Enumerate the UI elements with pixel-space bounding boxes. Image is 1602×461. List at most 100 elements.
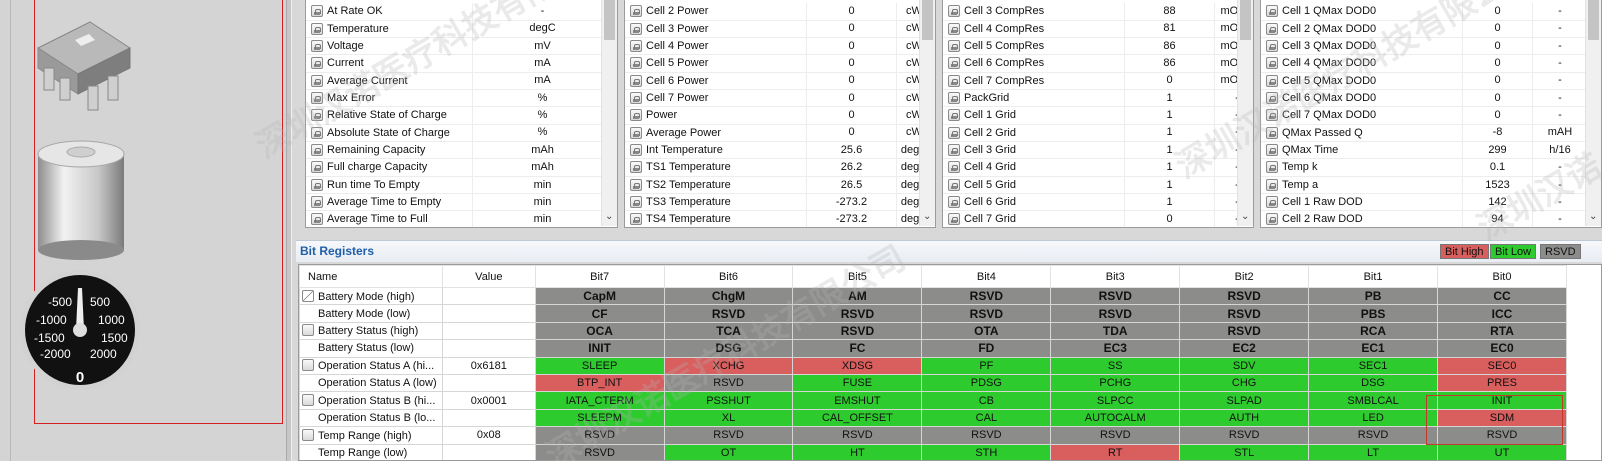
bit-cell[interactable]: RSVD: [1179, 304, 1310, 323]
data-row[interactable]: Cell 2 QMax DOD0 0-: [1261, 20, 1587, 38]
bit-cell[interactable]: SEC0: [1437, 356, 1567, 375]
data-row[interactable]: Cell 1 Grid1-: [943, 107, 1253, 125]
lock-icon[interactable]: [948, 39, 960, 52]
data-row[interactable]: Cell 5 Grid1-: [943, 176, 1253, 194]
chevron-down-icon[interactable]: ⌄: [923, 212, 931, 222]
data-row[interactable]: Cell 4 Grid1-: [943, 159, 1253, 177]
lock-icon[interactable]: [311, 22, 323, 35]
lock-icon[interactable]: [311, 39, 323, 52]
lock-icon[interactable]: [311, 5, 323, 18]
lock-icon[interactable]: [1266, 74, 1278, 87]
data-row[interactable]: Temperature degC: [306, 20, 612, 38]
bit-cell[interactable]: RSVD: [1050, 286, 1181, 306]
data-row[interactable]: Cell 6 Power 0 cW: [625, 72, 931, 90]
bit-cell[interactable]: RSVD: [921, 286, 1052, 306]
register-row[interactable]: Operation Status B (hi... 0x0001 IATA_CTER…: [299, 391, 1567, 410]
lock-icon[interactable]: [1266, 22, 1278, 35]
bit-cell[interactable]: LED: [1308, 408, 1439, 428]
bit-cell[interactable]: ChgM: [663, 286, 794, 306]
lock-icon[interactable]: [630, 92, 642, 104]
bit-cell[interactable]: OCA: [534, 321, 665, 341]
register-row[interactable]: Battery Mode (high) CapM ChgM AM RSVD RSVD RSV…: [299, 286, 1567, 306]
data-row[interactable]: Cell 3 CompRes88mOhm: [943, 3, 1253, 21]
bit-cell[interactable]: LT: [1308, 443, 1439, 460]
lock-icon[interactable]: [948, 74, 960, 87]
lock-icon[interactable]: [630, 22, 642, 35]
bit-cell[interactable]: PDSG: [921, 373, 1052, 393]
bit-cell[interactable]: RSVD: [1050, 426, 1181, 445]
lock-icon[interactable]: [311, 109, 323, 122]
gauge-icon[interactable]: -500 500 -1000 1000 -1500 1500 -2000 200…: [18, 268, 142, 393]
lock-icon[interactable]: [630, 178, 642, 191]
bit-cell[interactable]: RSVD: [534, 443, 665, 460]
column-header[interactable]: Bit5: [792, 265, 923, 288]
lock-icon[interactable]: [630, 161, 642, 174]
data-row[interactable]: Cell 5 QMax DOD0 0-: [1261, 72, 1587, 90]
data-row[interactable]: PackGrid1-: [943, 89, 1253, 108]
lock-icon[interactable]: [302, 394, 314, 407]
lock-icon[interactable]: [1266, 161, 1278, 174]
lock-icon[interactable]: [948, 178, 960, 191]
bit-cell[interactable]: XCHG: [663, 356, 794, 375]
bit-cell[interactable]: XDSG: [792, 356, 923, 375]
lock-icon[interactable]: [948, 161, 960, 174]
data-row[interactable]: Cell 7 Grid0-: [943, 211, 1253, 227]
data-row[interactable]: Power 0 cW: [625, 107, 931, 125]
bit-cell[interactable]: RSVD: [663, 426, 794, 445]
vertical-scrollbar[interactable]: ⌄: [1585, 0, 1601, 226]
lock-icon[interactable]: [1266, 92, 1278, 104]
data-row[interactable]: Average Current mA: [306, 72, 612, 90]
chevron-down-icon[interactable]: ⌄: [605, 212, 613, 222]
register-row[interactable]: Operation Status A (low) BTP_INT RSVD FUSE P…: [299, 373, 1567, 393]
bit-cell[interactable]: RSVD: [792, 426, 923, 445]
data-row[interactable]: Cell 4 QMax DOD0 0-: [1261, 55, 1587, 73]
bit-cell[interactable]: FD: [921, 339, 1052, 358]
splitter[interactable]: [286, 0, 292, 461]
data-row[interactable]: TS3 Temperature -273.2 degC: [625, 193, 931, 212]
register-row[interactable]: Battery Status (low) INIT DSG FC FD EC3 EC2 EC1…: [299, 339, 1567, 358]
lock-icon[interactable]: [311, 126, 323, 139]
lock-icon[interactable]: [1266, 109, 1278, 122]
data-row[interactable]: Absolute State of Charge%: [306, 124, 612, 142]
lock-icon[interactable]: [948, 196, 960, 209]
lock-icon[interactable]: [311, 213, 323, 226]
column-header[interactable]: Value: [442, 265, 536, 288]
lock-icon[interactable]: [948, 22, 960, 35]
data-row[interactable]: Cell 4 CompRes81mOhm: [943, 20, 1253, 38]
bit-cell[interactable]: EC3: [1050, 339, 1181, 358]
bit-cell[interactable]: SLEEPM: [534, 408, 665, 428]
bit-cell[interactable]: CHG: [1179, 373, 1310, 393]
bit-cell[interactable]: RSVD: [792, 304, 923, 323]
bit-cell[interactable]: RSVD: [921, 426, 1052, 445]
lock-icon[interactable]: [311, 178, 323, 191]
lock-icon[interactable]: [311, 144, 323, 157]
lock-icon[interactable]: [311, 57, 323, 70]
scroll-thumb[interactable]: [922, 0, 933, 40]
lock-icon[interactable]: [948, 213, 960, 226]
data-row[interactable]: Voltage mV: [306, 37, 612, 56]
lock-icon[interactable]: [1266, 144, 1278, 157]
data-row[interactable]: Cell 7 QMax DOD0 0-: [1261, 107, 1587, 125]
data-row[interactable]: Cell 4 Power 0 cW: [625, 37, 931, 56]
lock-icon[interactable]: [1266, 213, 1278, 226]
data-row[interactable]: Cell 3 Grid1-: [943, 141, 1253, 160]
data-row[interactable]: TS2 Temperature 26.5 degC: [625, 176, 931, 194]
bit-cell[interactable]: CB: [921, 391, 1052, 410]
bit-cell[interactable]: EC0: [1437, 339, 1567, 358]
data-row[interactable]: Cell 2 Power 0 cW: [625, 3, 931, 21]
bit-cell[interactable]: RSVD: [663, 304, 794, 323]
bit-cell[interactable]: PBS: [1308, 304, 1439, 323]
data-row[interactable]: Cell 2 Grid1-: [943, 124, 1253, 142]
data-row[interactable]: At Rate OK -: [306, 3, 612, 21]
bit-cell[interactable]: FC: [792, 339, 923, 358]
lock-icon[interactable]: [302, 359, 314, 372]
bit-cell[interactable]: SDV: [1179, 356, 1310, 375]
bit-cell[interactable]: HT: [792, 443, 923, 460]
bit-cell[interactable]: OTA: [921, 321, 1052, 341]
register-row[interactable]: Battery Status (high) OCA TCA RSVD OTA TDA RSV…: [299, 321, 1567, 341]
data-row[interactable]: Current mA: [306, 55, 612, 73]
scroll-thumb[interactable]: [1588, 0, 1599, 40]
vertical-scrollbar[interactable]: ⌄: [919, 0, 935, 226]
lock-icon[interactable]: [630, 144, 642, 157]
vertical-scrollbar[interactable]: ⌄: [601, 0, 617, 226]
